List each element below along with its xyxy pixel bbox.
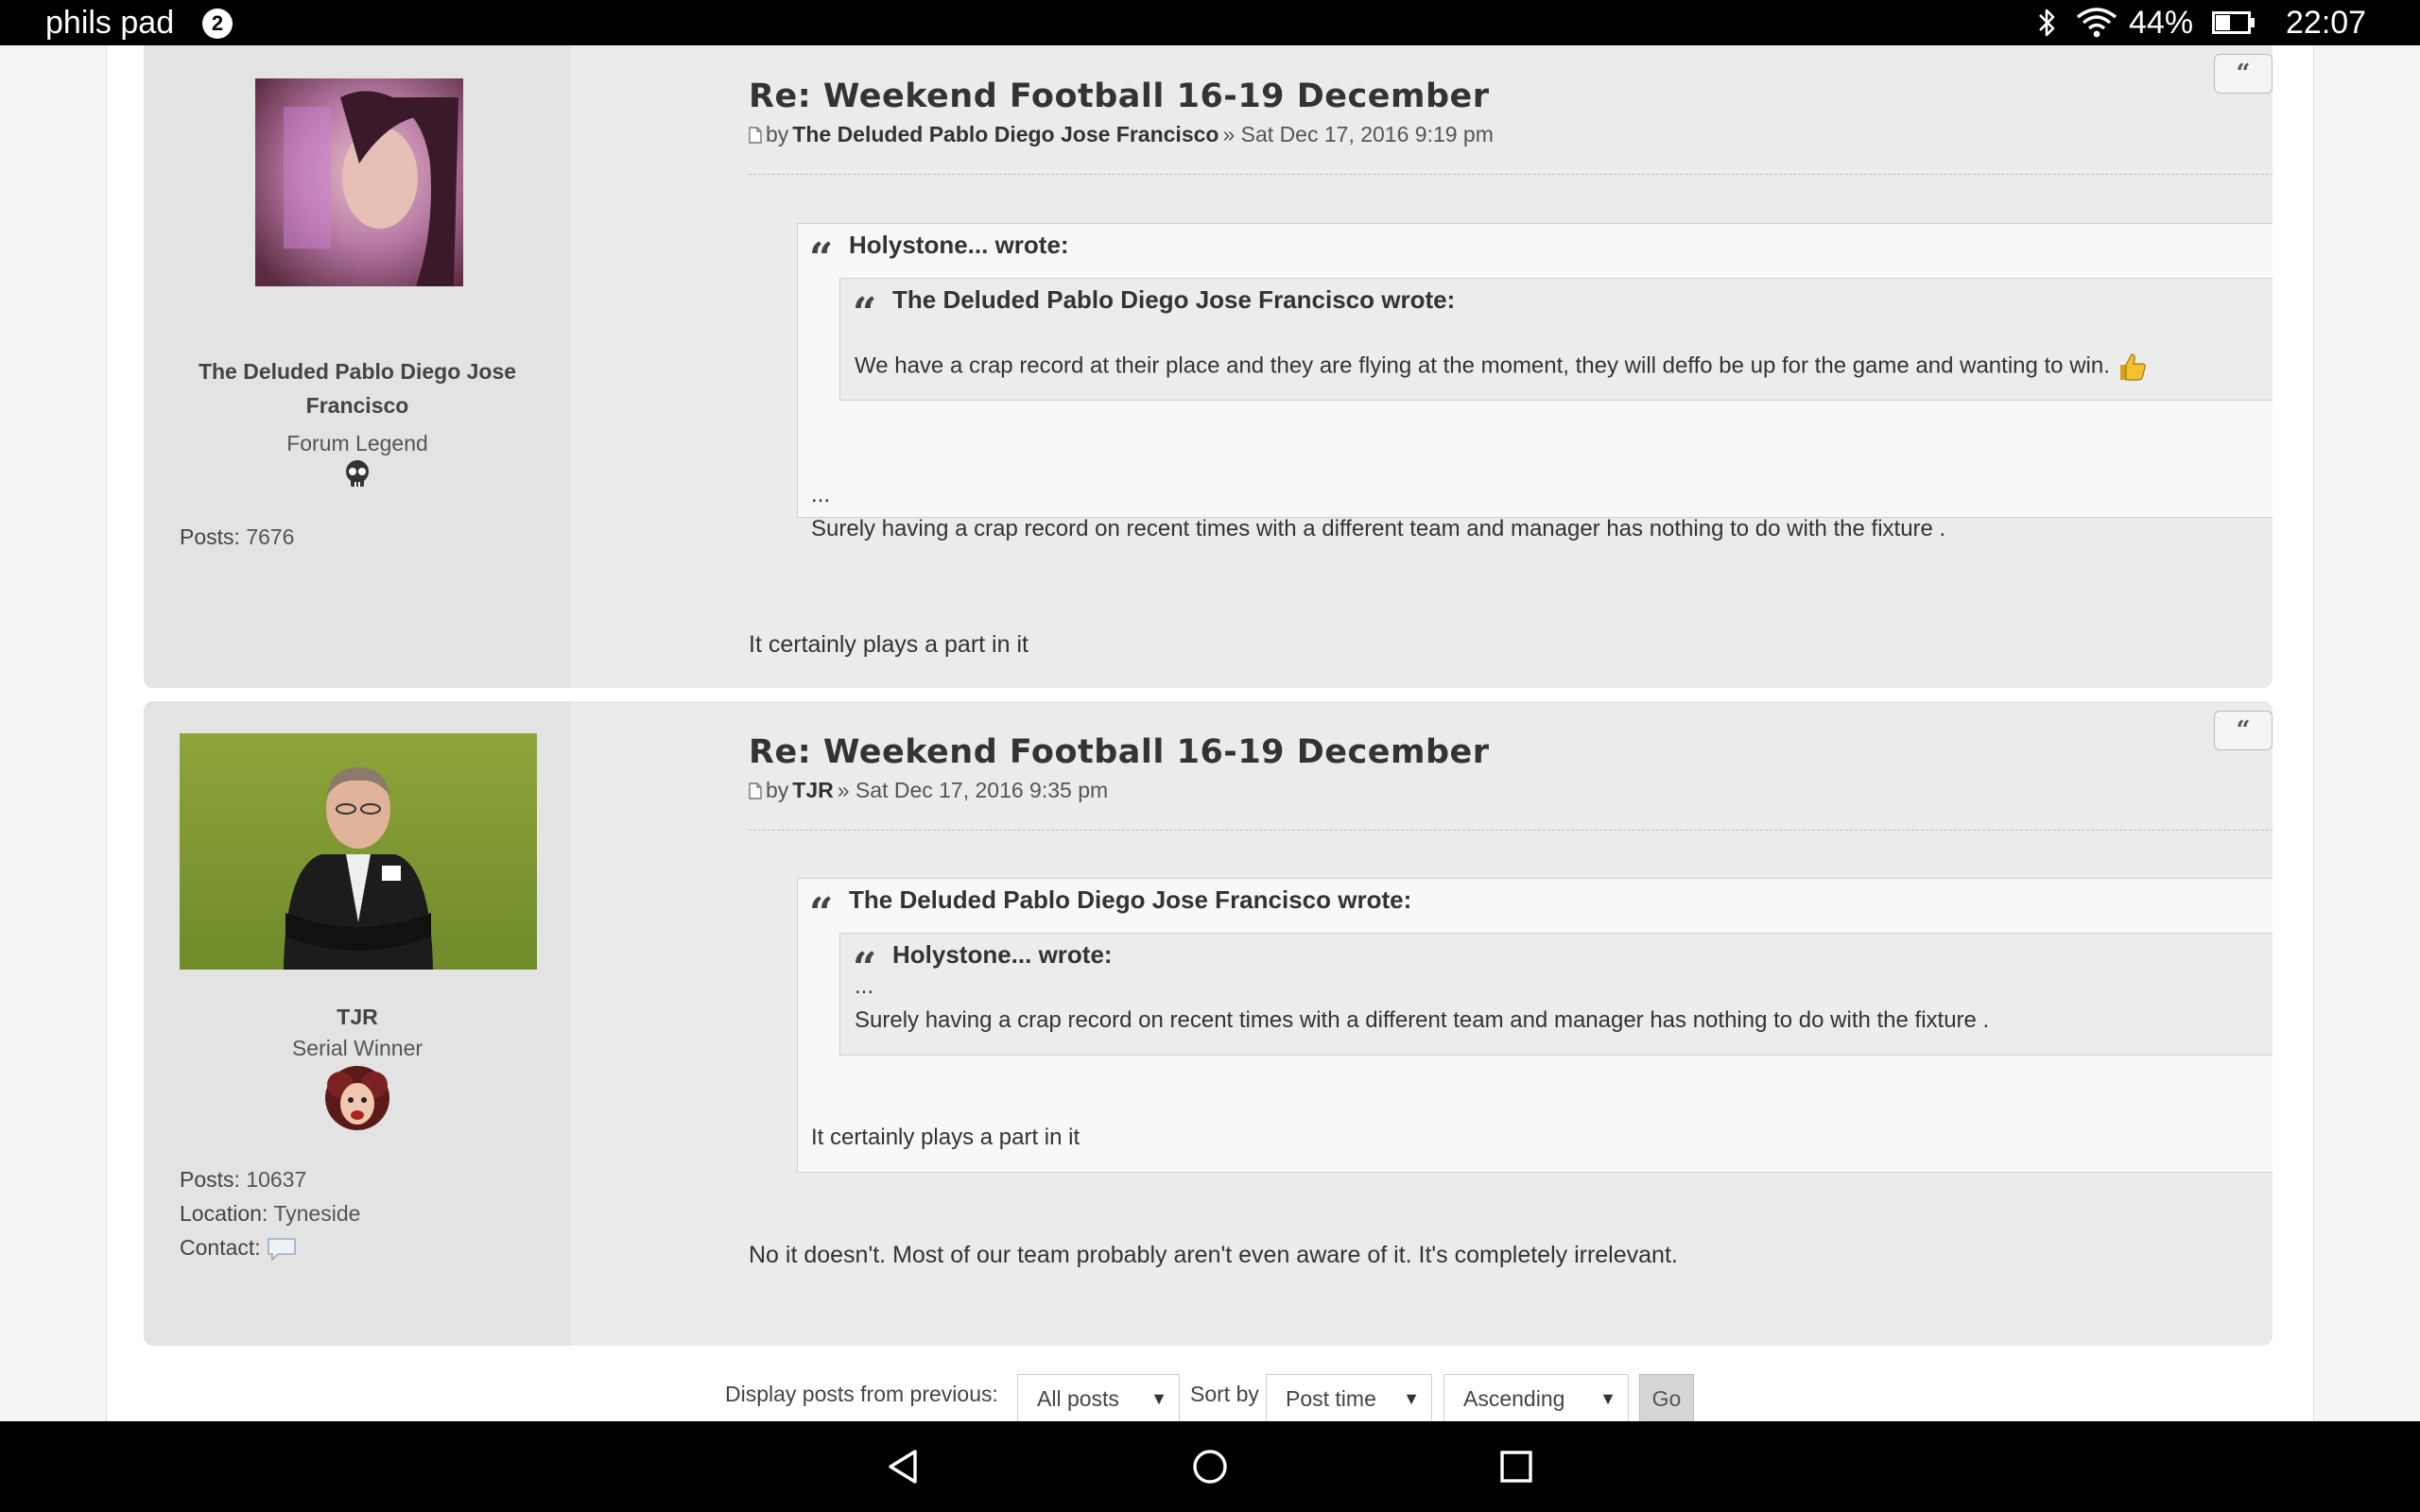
message-icon[interactable] (267, 1237, 297, 1262)
profile-location: Location: Tyneside (180, 1201, 360, 1227)
contact-label: Contact: (180, 1235, 261, 1260)
quote-author[interactable]: Holystone... wrote: (849, 231, 1069, 260)
dropdown-arrow-icon: ▼ (1150, 1389, 1167, 1408)
notification-badge[interactable]: 2 (202, 9, 233, 39)
profile-posts-count: Posts: 10637 (180, 1167, 306, 1193)
dropdown-arrow-icon: ▼ (1599, 1389, 1616, 1408)
post-content: No it doesn't. Most of our team probably… (749, 1242, 1678, 1268)
profile-username[interactable]: The Deluded Pablo Diego Jose Francisco (172, 354, 543, 422)
nested-quote-text: We have a crap record at their place and… (855, 352, 2147, 382)
posts-value: 10637 (246, 1167, 307, 1192)
profile-username-line2[interactable]: Francisco (172, 388, 543, 422)
display-posts-value: All posts (1037, 1386, 1119, 1411)
status-bar: phils pad 2 44% 22:07 (0, 0, 2420, 45)
quote-mark-icon: “ (853, 289, 877, 337)
location-label: Location: (180, 1201, 268, 1226)
post-divider (749, 174, 2273, 175)
post-content: It certainly plays a part in it (749, 631, 1028, 658)
wifi-icon (2076, 8, 2118, 38)
post-meta: by The Deluded Pablo Diego Jose Francisc… (749, 122, 1494, 147)
display-posts-label: Display posts from previous: (725, 1382, 998, 1406)
post-profile: The Deluded Pablo Diego Jose Francisco F… (144, 45, 571, 688)
post-meta: by TJR » Sat Dec 17, 2016 9:35 pm (749, 778, 1108, 803)
post-icon[interactable] (749, 126, 762, 144)
sort-by-value: Post time (1286, 1386, 1376, 1411)
post-date: » Sat Dec 17, 2016 9:19 pm (1222, 122, 1494, 146)
by-label: by (766, 122, 789, 146)
by-label: by (766, 778, 789, 802)
sort-by-label: Sort by (1190, 1382, 1259, 1406)
post-profile: TJR Serial Winner Posts: 10637 Location:… (144, 701, 571, 1346)
nested-quote-text: Surely having a crap record on recent ti… (855, 1007, 1990, 1033)
device-name: phils pad (45, 5, 175, 41)
go-button[interactable]: Go (1639, 1374, 1694, 1423)
dropdown-arrow-icon: ▼ (1403, 1389, 1420, 1408)
battery-icon (2212, 11, 2255, 34)
post-author-link[interactable]: The Deluded Pablo Diego Jose Francisco (792, 122, 1219, 147)
navigation-bar (0, 1421, 2420, 1512)
post-author-link[interactable]: TJR (792, 778, 833, 803)
posts-value: 7676 (246, 524, 295, 549)
sort-order-select[interactable]: Ascending ▼ (1443, 1374, 1629, 1423)
profile-rank: Serial Winner (291, 1036, 424, 1060)
post-title[interactable]: Re: Weekend Football 16-19 December (749, 733, 1490, 771)
sort-order-value: Ascending (1463, 1386, 1565, 1411)
sort-by-select[interactable]: Post time ▼ (1266, 1374, 1432, 1423)
home-icon[interactable] (1191, 1448, 1229, 1486)
nested-quote-ellipsis: ... (855, 973, 874, 999)
posts-label: Posts: (180, 524, 240, 549)
display-posts-select[interactable]: All posts ▼ (1017, 1374, 1180, 1423)
user-avatar[interactable] (255, 78, 463, 286)
profile-rank: Forum Legend (286, 431, 428, 455)
nested-quote-author[interactable]: The Deluded Pablo Diego Jose Francisco w… (892, 285, 1455, 315)
forum-post: TJR Serial Winner Posts: 10637 Location:… (144, 701, 2273, 1346)
user-avatar[interactable] (180, 733, 537, 970)
back-icon[interactable] (885, 1448, 923, 1486)
profile-contact: Contact: (180, 1235, 297, 1262)
quote-button[interactable]: “ (2214, 54, 2273, 94)
post-date: » Sat Dec 17, 2016 9:35 pm (837, 778, 1109, 802)
quote-text: It certainly plays a part in it (811, 1125, 1080, 1150)
quote-mark-icon: “ (809, 234, 834, 283)
recents-icon[interactable] (1497, 1448, 1535, 1486)
post-divider (749, 830, 2273, 831)
profile-username[interactable]: TJR (172, 1000, 543, 1034)
display-options: Display posts from previous: All posts ▼… (0, 1372, 2420, 1423)
clock: 22:07 (2286, 5, 2367, 41)
bluetooth-icon (2039, 9, 2055, 37)
skull-icon (346, 460, 369, 487)
post-title[interactable]: Re: Weekend Football 16-19 December (749, 77, 1490, 115)
quote-mark-icon: “ (809, 889, 834, 937)
nested-quote-author[interactable]: Holystone... wrote: (892, 940, 1113, 970)
nested-quote-text-content: We have a crap record at their place and… (855, 352, 2110, 379)
quote-text: Surely having a crap record on recent ti… (811, 516, 1946, 541)
forum-post: The Deluded Pablo Diego Jose Francisco F… (144, 45, 2273, 688)
quote-ellipsis: ... (811, 482, 831, 507)
battery-percentage: 44% (2129, 5, 2194, 41)
location-value: Tyneside (273, 1201, 361, 1226)
profile-username-line1[interactable]: The Deluded Pablo Diego Jose (172, 354, 543, 388)
quote-button[interactable]: “ (2214, 711, 2273, 750)
profile-posts-count: Posts: 7676 (180, 524, 294, 550)
quote-author[interactable]: The Deluded Pablo Diego Jose Francisco w… (849, 885, 1411, 915)
thumbs-up-icon (2119, 353, 2146, 381)
rank-badge-icon (325, 1066, 389, 1130)
post-icon[interactable] (749, 782, 762, 799)
posts-label: Posts: (180, 1167, 240, 1192)
